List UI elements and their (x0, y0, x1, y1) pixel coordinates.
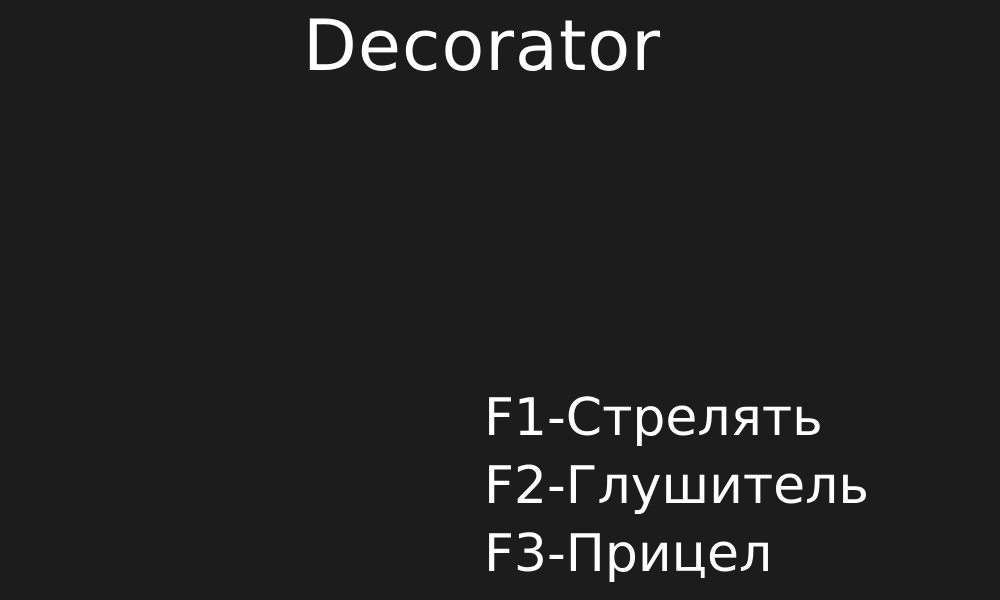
game-title: Decorator (302, 5, 661, 87)
hint-silencer: F2-Глушитель (484, 456, 870, 516)
hint-fire: F1-Стрелять (484, 388, 823, 448)
key-hints-list: F1-Стрелять F2-Глушитель F3-Прицел (484, 384, 869, 588)
hint-scope: F3-Прицел (484, 524, 773, 584)
game-screen: Decorator F1-Стрелять F2-Глушитель F3-Пр… (0, 0, 1000, 600)
